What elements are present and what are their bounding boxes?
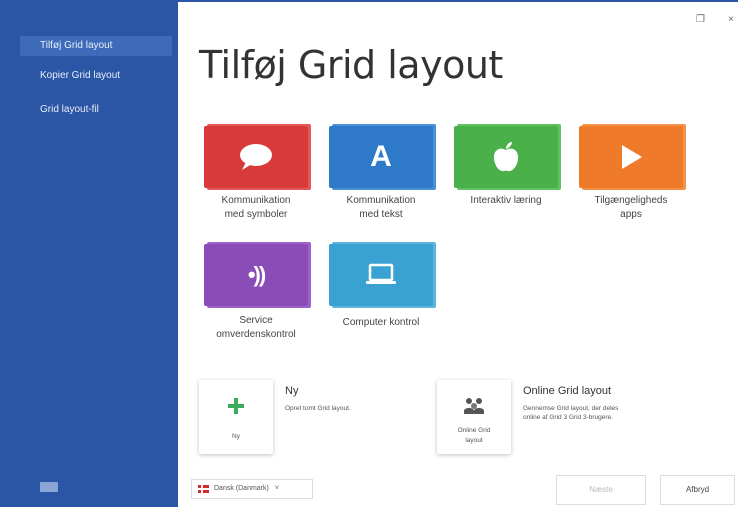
apple-icon <box>493 142 519 172</box>
new-option-description: Opret tomt Grid layout. <box>285 405 351 412</box>
description-line: online af Grid 3 Grid 3-brugere. <box>523 414 613 421</box>
tile-label-line: med symboler <box>224 209 288 220</box>
restore-window-icon[interactable]: ❐ <box>696 14 705 25</box>
play-icon <box>622 145 642 169</box>
tile-label-line: apps <box>620 209 642 220</box>
keyboard-icon[interactable] <box>40 482 58 492</box>
new-option-title: Ny <box>285 385 299 397</box>
card-caption: Online Grid layout <box>437 426 511 446</box>
sidebar-item-copy-grid-layout[interactable]: Kopier Grid layout <box>20 66 172 86</box>
tile-face <box>454 126 558 188</box>
tile-environment-control[interactable]: •)) <box>204 242 311 309</box>
tile-communication-text[interactable]: A <box>329 124 436 191</box>
sidebar: Tilføj Grid layout Kopier Grid layout Gr… <box>0 0 178 507</box>
sidebar-item-label: Kopier Grid layout <box>40 70 121 81</box>
language-label: Dansk (Danmark) <box>214 485 269 492</box>
card-caption-line: layout <box>465 437 483 444</box>
language-selector[interactable]: Dansk (Danmark) ˅ <box>191 479 313 499</box>
danish-flag-icon <box>198 485 209 493</box>
tile-label: Kommunikation med symboler <box>196 194 316 222</box>
plus-icon <box>228 398 244 414</box>
tile-label-line: Computer kontrol <box>342 317 420 328</box>
speech-bubble-icon <box>240 144 272 170</box>
cancel-button[interactable]: Afbryd <box>660 475 735 505</box>
tile-label: Computer kontrol <box>321 316 441 330</box>
chevron-down-icon: ˅ <box>274 485 279 492</box>
letter-a-icon: A <box>370 140 392 173</box>
tile-label: Interaktiv læring <box>446 194 566 208</box>
tile-face <box>579 126 683 188</box>
tile-interactive-learning[interactable] <box>454 124 561 191</box>
sidebar-item-add-grid-layout[interactable]: Tilføj Grid layout <box>20 36 172 56</box>
tile-accessibility-apps[interactable] <box>579 124 686 191</box>
tile-label-line: Service <box>239 315 273 326</box>
tile-label: Service omverdenskontrol <box>196 314 316 342</box>
close-window-icon[interactable]: × <box>728 14 734 25</box>
new-grid-layout-card[interactable]: Ny <box>199 380 273 454</box>
next-button[interactable]: Næste <box>556 475 646 505</box>
tile-face: A <box>329 126 433 188</box>
page-title: Tilføj Grid layout <box>199 43 503 87</box>
tile-label-line: Tilgængeligheds <box>594 195 668 206</box>
wireless-signal-icon: •)) <box>247 262 266 287</box>
sidebar-item-grid-layout-file[interactable]: Grid layout-fil <box>20 100 172 120</box>
tile-label-line: med tekst <box>359 209 403 220</box>
tile-face <box>204 126 308 188</box>
tile-communication-symbols[interactable] <box>204 124 311 191</box>
online-option-title: Online Grid layout <box>523 385 612 397</box>
description-line: Gennemse Grid layout, der deles <box>523 405 619 412</box>
laptop-icon <box>366 263 396 284</box>
card-caption-line: Online Grid <box>457 427 491 434</box>
tile-label-line: Kommunikation <box>221 195 291 206</box>
tile-computer-control[interactable] <box>329 242 436 309</box>
tile-face: •)) <box>204 244 308 306</box>
tile-label-line: Interaktiv læring <box>470 195 542 206</box>
sidebar-item-label: Grid layout-fil <box>40 104 99 115</box>
sidebar-item-label: Tilføj Grid layout <box>40 40 113 51</box>
online-option-description: Gennemse Grid layout, der deles online a… <box>523 404 693 422</box>
online-grid-layout-card[interactable]: Online Grid layout <box>437 380 511 454</box>
tile-label-line: omverdenskontrol <box>216 329 296 340</box>
tile-label: Kommunikation med tekst <box>321 194 441 222</box>
card-caption: Ny <box>232 433 240 440</box>
tile-label-line: Kommunikation <box>346 195 416 206</box>
window-top-border <box>178 0 738 10</box>
tile-face <box>329 244 433 306</box>
community-icon <box>464 398 484 414</box>
tile-label: Tilgængeligheds apps <box>571 194 691 222</box>
